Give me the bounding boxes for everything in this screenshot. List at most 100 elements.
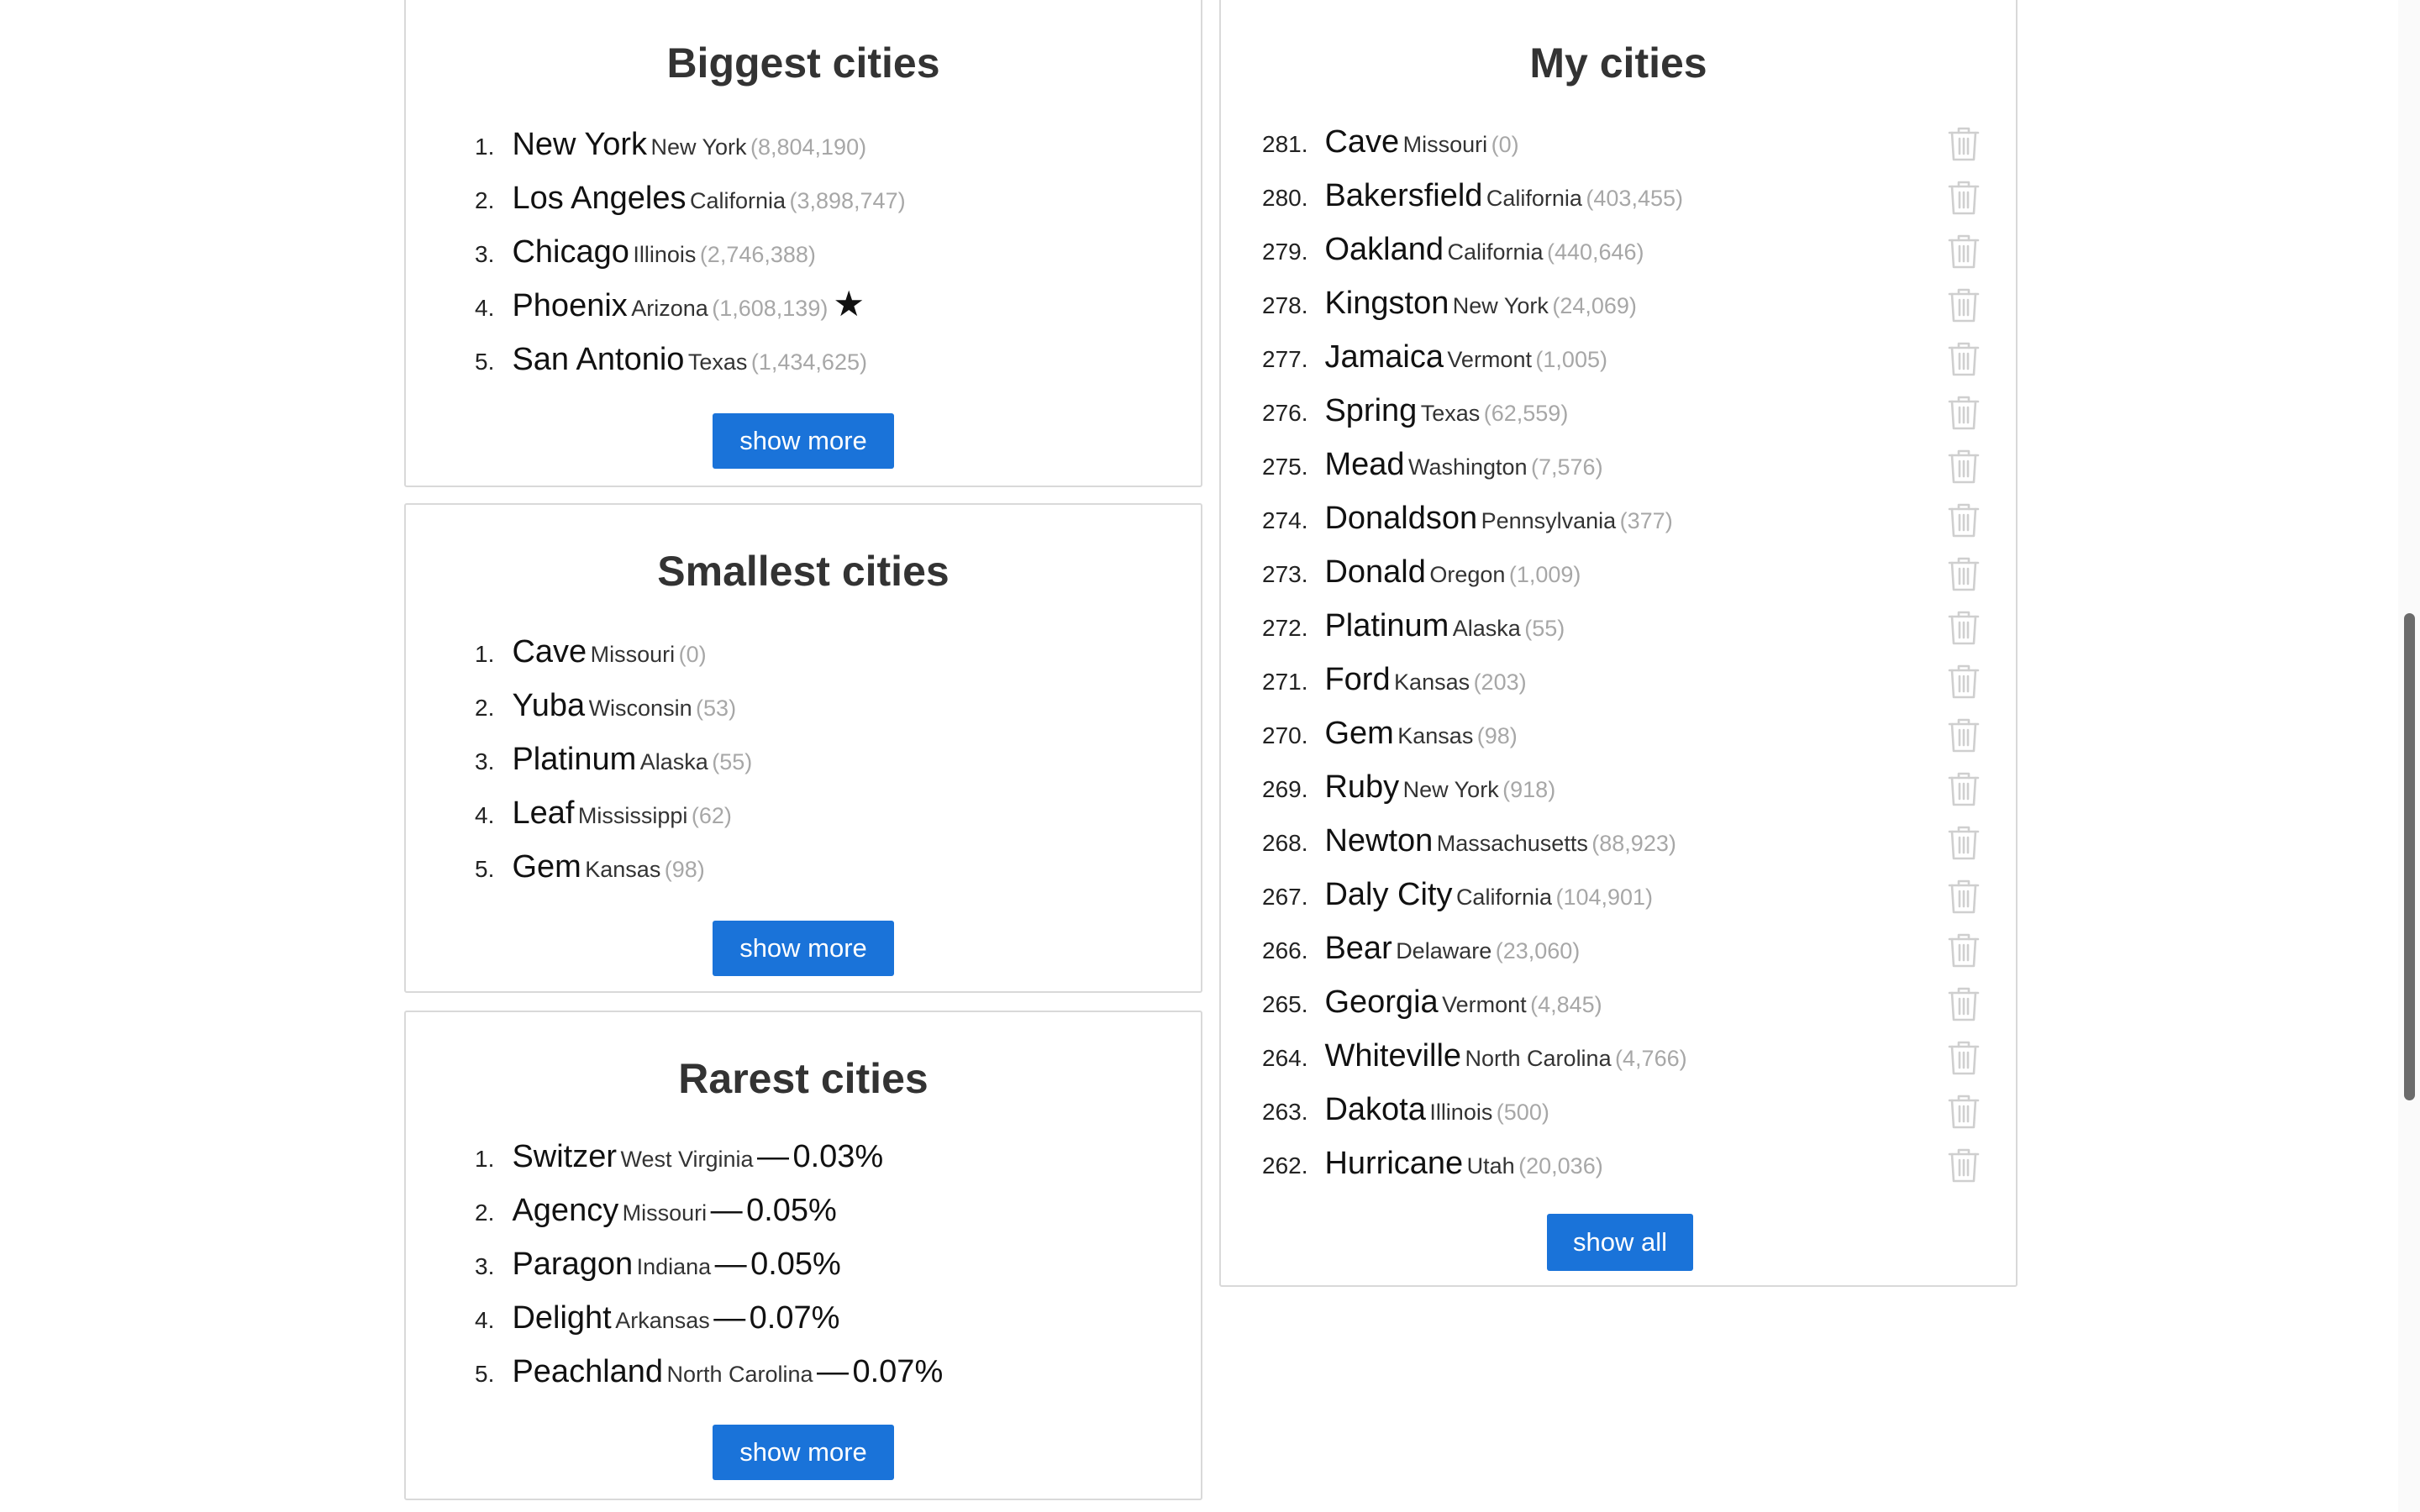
list-item[interactable]: 268. Newton Massachusetts (88,923) [1262, 814, 2016, 868]
population: (500) [1496, 1100, 1549, 1125]
trash-icon[interactable] [1947, 663, 1981, 700]
trash-icon[interactable] [1947, 394, 1981, 431]
trash-icon[interactable] [1947, 286, 1981, 323]
list-item[interactable]: 266. Bear Delaware (23,060) [1262, 921, 2016, 975]
list-item[interactable]: 3. Platinum Alaska (55) [475, 732, 1184, 786]
trash-icon[interactable] [1947, 1093, 1981, 1130]
population: (1,608,139) [712, 296, 829, 321]
population: (440,646) [1546, 239, 1644, 265]
state-name: Texas [687, 349, 748, 375]
list-item[interactable]: 272. Platinum Alaska (55) [1262, 599, 2016, 653]
separator: — [714, 1247, 747, 1282]
city-name: Kingston [1324, 286, 1449, 321]
list-item[interactable]: 279. Oakland California (440,646) [1262, 223, 2016, 276]
trash-icon[interactable] [1947, 985, 1981, 1022]
state-name: North Carolina [666, 1362, 813, 1387]
rarity-percent: 0.05% [746, 1193, 837, 1228]
trash-icon[interactable] [1947, 932, 1981, 969]
list-item[interactable]: 276. Spring Texas (62,559) [1262, 384, 2016, 438]
list-item[interactable]: 2. Los Angeles California (3,898,747) [475, 170, 1184, 223]
population: (98) [1476, 723, 1518, 748]
trash-icon[interactable] [1947, 501, 1981, 538]
trash-icon[interactable] [1947, 770, 1981, 807]
rank: 279. [1262, 239, 1308, 265]
list-item[interactable]: 281. Cave Missouri (0) [1262, 115, 2016, 169]
list-item[interactable]: 270. Gem Kansas (98) [1262, 706, 2016, 760]
population: (918) [1502, 777, 1556, 802]
show-more-button[interactable]: show more [713, 921, 894, 976]
list-item[interactable]: 280. Bakersfield California (403,455) [1262, 169, 2016, 223]
list-item[interactable]: 265. Georgia Vermont (4,845) [1262, 975, 2016, 1029]
trash-icon[interactable] [1947, 179, 1981, 216]
rarity-percent: 0.03% [792, 1139, 884, 1174]
city-name: Bakersfield [1324, 178, 1483, 213]
show-more-button[interactable]: show more [713, 1425, 894, 1480]
list-item[interactable]: 262. Hurricane Utah (20,036) [1262, 1137, 2016, 1190]
rank: 267. [1262, 884, 1308, 910]
list-item[interactable]: 4. Leaf Mississippi (62) [475, 786, 1184, 840]
trash-icon[interactable] [1947, 609, 1981, 646]
rank: 271. [1262, 669, 1308, 695]
show-all-button[interactable]: show all [1547, 1214, 1693, 1271]
list-item[interactable]: 263. Dakota Illinois (500) [1262, 1083, 2016, 1137]
list-item[interactable]: 5. Gem Kansas (98) [475, 840, 1184, 894]
list-item[interactable]: 4. Delight Arkansas — 0.07% [475, 1291, 1184, 1345]
rarity-percent: 0.07% [852, 1354, 944, 1389]
list-item[interactable]: 3. Chicago Illinois (2,746,388) [475, 223, 1184, 277]
list-item[interactable]: 1. Cave Missouri (0) [475, 625, 1184, 679]
state-name: Alaska [639, 749, 708, 774]
city-name: Oakland [1324, 232, 1444, 267]
list-item[interactable]: 275. Mead Washington (7,576) [1262, 438, 2016, 491]
trash-icon[interactable] [1947, 717, 1981, 753]
population: (20,036) [1518, 1153, 1603, 1179]
list-item[interactable]: 264. Whiteville North Carolina (4,766) [1262, 1029, 2016, 1083]
list-item[interactable]: 273. Donald Oregon (1,009) [1262, 545, 2016, 599]
trash-icon[interactable] [1947, 340, 1981, 377]
trash-icon[interactable] [1947, 878, 1981, 915]
list-item[interactable]: 5. Peachland North Carolina — 0.07% [475, 1345, 1184, 1399]
state-name: West Virginia [620, 1147, 754, 1172]
city-name: Newton [1324, 823, 1434, 858]
list-item[interactable]: 3. Paragon Indiana — 0.05% [475, 1237, 1184, 1291]
city-name: Chicago [512, 234, 629, 270]
list-item[interactable]: 1. Switzer West Virginia — 0.03% [475, 1130, 1184, 1184]
list-item[interactable]: 274. Donaldson Pennsylvania (377) [1262, 491, 2016, 545]
list-item[interactable]: 5. San Antonio Texas (1,434,625) [475, 331, 1184, 385]
list-item[interactable]: 4. Phoenix Arizona (1,608,139) ★ [475, 277, 1184, 331]
list-item[interactable]: 2. Yuba Wisconsin (53) [475, 679, 1184, 732]
rank: 277. [1262, 346, 1308, 372]
population: (62) [691, 803, 732, 828]
trash-icon[interactable] [1947, 448, 1981, 485]
trash-icon[interactable] [1947, 824, 1981, 861]
biggest-cities-title: Biggest cities [666, 39, 940, 87]
list-item[interactable]: 271. Ford Kansas (203) [1262, 653, 2016, 706]
rank: 273. [1262, 561, 1308, 587]
list-item[interactable]: 1. New York New York (8,804,190) [475, 116, 1184, 170]
population: (377) [1619, 508, 1673, 533]
show-more-button[interactable]: show more [713, 413, 894, 469]
list-item[interactable]: 267. Daly City California (104,901) [1262, 868, 2016, 921]
state-name: Massachusetts [1436, 831, 1588, 856]
population: (55) [712, 749, 753, 774]
trash-icon[interactable] [1947, 1147, 1981, 1184]
trash-icon[interactable] [1947, 555, 1981, 592]
population: (7,576) [1531, 454, 1603, 480]
rank: 266. [1262, 937, 1308, 963]
city-name: Whiteville [1324, 1038, 1462, 1074]
separator: — [817, 1354, 850, 1389]
scrollbar-track[interactable] [2398, 0, 2420, 1512]
state-name: Kansas [1394, 669, 1470, 695]
trash-icon[interactable] [1947, 233, 1981, 270]
list-item[interactable]: 277. Jamaica Vermont (1,005) [1262, 330, 2016, 384]
population: (88,923) [1591, 831, 1676, 856]
trash-icon[interactable] [1947, 1039, 1981, 1076]
rarity-percent: 0.07% [749, 1300, 840, 1336]
list-item[interactable]: 269. Ruby New York (918) [1262, 760, 2016, 814]
scrollbar-thumb[interactable] [2404, 613, 2415, 1100]
city-name: Dakota [1324, 1092, 1426, 1127]
my-cities-panel: My cities 281. Cave Missouri (0) 280. Bak… [1219, 0, 2018, 1287]
rank: 4. [475, 802, 495, 828]
list-item[interactable]: 278. Kingston New York (24,069) [1262, 276, 2016, 330]
trash-icon[interactable] [1947, 125, 1981, 162]
list-item[interactable]: 2. Agency Missouri — 0.05% [475, 1184, 1184, 1237]
